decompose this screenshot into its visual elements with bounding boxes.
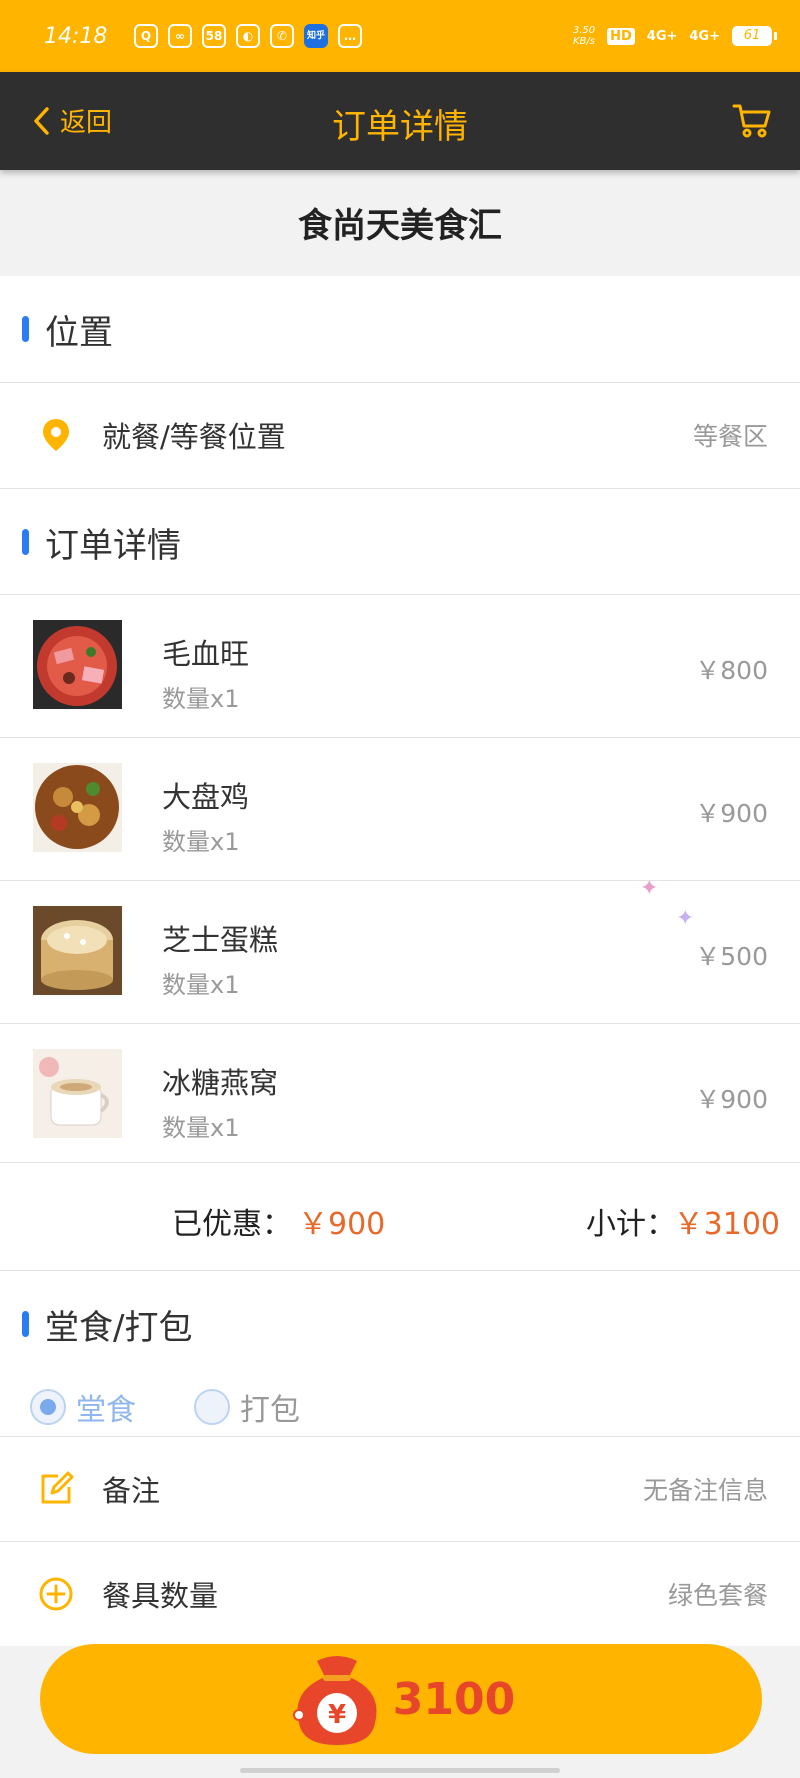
- chat-icon: …: [338, 24, 362, 48]
- location-row[interactable]: 就餐/等餐位置 等餐区: [0, 383, 800, 487]
- section-title: 订单详情: [45, 525, 181, 566]
- status-indicators: 3.50 KB/s HD 4G+ 4G+ 61: [572, 25, 777, 47]
- subtotal-label: 小计：: [586, 1207, 676, 1242]
- location-value: 等餐区: [692, 422, 768, 451]
- section-title: 位置: [45, 312, 113, 353]
- remark-value: 无备注信息: [642, 1476, 768, 1505]
- cart-icon: [732, 104, 771, 138]
- dish-quantity: 数量x1: [162, 828, 240, 856]
- battery-icon: 61: [732, 26, 777, 46]
- remark-row[interactable]: 备注 无备注信息: [0, 1437, 800, 1541]
- dine-radio-group: 堂食 打包: [0, 1377, 800, 1437]
- radio-dine-in[interactable]: 堂食: [30, 1385, 136, 1429]
- section-accent-bar: [22, 316, 29, 342]
- dish-image: [33, 763, 122, 852]
- dish-name: 大盘鸡: [162, 780, 250, 814]
- section-header: 位置: [0, 276, 800, 382]
- section-header: 堂食/打包: [0, 1271, 800, 1377]
- order-item[interactable]: 芝士蛋糕 数量x1 ￥500: [0, 881, 800, 1023]
- signal-icon: 4G+: [689, 28, 720, 44]
- subtotal-value: ￥3100: [673, 1207, 780, 1242]
- discount-label: 已优惠：: [172, 1207, 292, 1242]
- net-speed: 3.50 KB/s: [572, 25, 596, 47]
- section-header: 订单详情: [0, 489, 800, 595]
- dish-quantity: 数量x1: [162, 1114, 240, 1142]
- dish-price: ￥900: [695, 1085, 768, 1114]
- hd-badge: HD: [607, 27, 635, 45]
- dish-image: [33, 906, 122, 995]
- pay-amount: 3100: [392, 1673, 516, 1725]
- dish-price: ￥900: [695, 799, 768, 828]
- page-title: 订单详情: [332, 107, 468, 147]
- zhihu-icon: 知乎: [304, 24, 328, 48]
- dish-name: 毛血旺: [162, 637, 250, 671]
- sparkle-decoration: ✦: [640, 876, 659, 901]
- cart-button[interactable]: [732, 102, 772, 142]
- dish-quantity: 数量x1: [162, 971, 240, 999]
- dish-name: 冰糖燕窝: [162, 1066, 279, 1100]
- 58-app-icon: 58: [202, 24, 226, 48]
- dish-name: 芝士蛋糕: [162, 923, 279, 957]
- remark-row-wrap: 备注 无备注信息: [0, 1437, 800, 1541]
- location-label: 就餐/等餐位置: [102, 420, 286, 454]
- order-item[interactable]: 冰糖燕窝 数量x1 ￥900: [0, 1024, 800, 1166]
- edit-icon: [41, 1471, 74, 1504]
- remark-label: 备注: [102, 1474, 161, 1508]
- discount-value: ￥900: [298, 1207, 386, 1242]
- nav-bar: 返回 订单详情: [0, 72, 800, 170]
- dish-image: [33, 620, 122, 709]
- shop-name: 食尚天美食汇: [298, 206, 502, 246]
- location-pin-icon: [43, 419, 69, 451]
- dish-price: ￥800: [695, 656, 768, 685]
- baidu-icon: ∞: [168, 24, 192, 48]
- tableware-label: 餐具数量: [102, 1579, 219, 1613]
- order-item[interactable]: 大盘鸡 数量x1 ￥900: [0, 738, 800, 880]
- sparkle-decoration: ✦: [676, 906, 695, 931]
- dish-quantity: 数量x1: [162, 685, 240, 713]
- radio-takeaway[interactable]: 打包: [194, 1385, 300, 1429]
- pay-button[interactable]: ¥ 3100: [40, 1644, 762, 1754]
- section-accent-bar: [22, 1311, 29, 1337]
- dish-image: [33, 1049, 122, 1138]
- tableware-value: 绿色套餐: [667, 1581, 768, 1610]
- home-indicator: [240, 1768, 560, 1773]
- dish-price: ￥500: [695, 942, 768, 971]
- radio-label: 打包: [240, 1393, 300, 1428]
- section-title: 堂食/打包: [45, 1307, 193, 1348]
- status-bar: 14:18 Q ∞ 58 ◐ ✆ 知乎 … 3.50 KB/s HD 4G+ 4…: [0, 0, 800, 72]
- plus-circle-icon: [39, 1577, 73, 1611]
- qq-icon: Q: [134, 24, 158, 48]
- status-app-icons: Q ∞ 58 ◐ ✆ 知乎 …: [134, 24, 362, 48]
- order-totals: 已优惠： ￥900 小计： ￥3100: [0, 1163, 800, 1271]
- dine-option-section: 堂食/打包 堂食 打包: [0, 1271, 800, 1436]
- status-time: 14:18: [44, 23, 108, 49]
- yuan-symbol: ¥: [328, 1700, 346, 1730]
- tableware-row-wrap: 餐具数量 绿色套餐: [0, 1542, 800, 1646]
- radio-label: 堂食: [76, 1393, 136, 1428]
- section-accent-bar: [22, 529, 29, 555]
- radio-checked-icon: [30, 1389, 66, 1425]
- location-section: 位置 就餐/等餐位置 等餐区: [0, 276, 800, 488]
- signal-icon: 4G+: [646, 28, 678, 44]
- weibo-icon: ◐: [236, 24, 260, 48]
- tableware-row[interactable]: 餐具数量 绿色套餐: [0, 1542, 800, 1646]
- money-bag-icon: ¥: [292, 1656, 377, 1745]
- phone-icon: ✆: [270, 24, 294, 48]
- radio-unchecked-icon: [194, 1389, 230, 1425]
- order-item[interactable]: 毛血旺 数量x1 ￥800: [0, 595, 800, 737]
